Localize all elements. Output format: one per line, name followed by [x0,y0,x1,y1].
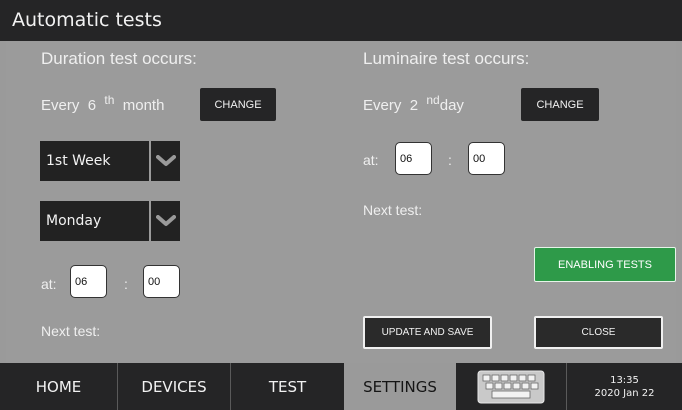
keyboard-icon [477,370,545,403]
duration-change-button[interactable]: CHANGE [200,88,276,121]
duration-every-suffix: th [104,93,115,107]
week-select[interactable]: 1st Week [40,141,180,181]
clock-date: 2020 Jan 22 [594,387,655,399]
keyboard-button[interactable] [456,363,567,410]
automatic-tests-screen: Automatic tests Duration test occurs: Ev… [0,0,682,410]
luminaire-minute-field[interactable] [468,142,505,175]
duration-every-number: 6 [87,97,97,114]
luminaire-every-suffix: nd [426,93,440,107]
duration-every-prefix: Every [41,97,80,114]
day-select-value: Monday [46,213,102,229]
duration-hour-field[interactable] [70,265,107,298]
luminaire-every-prefix: Every [363,97,402,114]
enabling-tests-button[interactable]: ENABLING TESTS [534,247,676,282]
duration-heading: Duration test occurs: [41,49,197,68]
chevron-down-icon [151,201,180,241]
tab-home[interactable]: HOME [0,363,118,410]
tab-settings[interactable]: SETTINGS [344,363,456,410]
duration-time-separator: : [124,276,128,292]
luminaire-at-label: at: [363,152,379,168]
update-and-save-button[interactable]: UPDATE AND SAVE [363,316,492,349]
luminaire-change-button[interactable]: CHANGE [521,88,599,121]
content-area: Duration test occurs: Every 6 th month C… [6,41,676,363]
clock: 13:35 2020 Jan 22 [567,363,682,410]
duration-frequency: Every 6 th month [41,93,164,114]
luminaire-every-number: 2 [409,97,419,114]
luminaire-time-separator: : [448,152,452,168]
bottom-navigation: HOME DEVICES TEST SETTINGS 13:35 2020 Ja… [0,363,682,410]
clock-time: 13:35 [610,374,639,386]
luminaire-heading: Luminaire test occurs: [363,49,530,68]
luminaire-every-unit: day [439,97,464,114]
luminaire-frequency: Every 2 ndday [363,93,464,114]
duration-next-test-label: Next test: [41,323,101,339]
week-select-value: 1st Week [46,153,111,169]
duration-every-unit: month [122,97,165,114]
duration-minute-field[interactable] [143,265,180,298]
close-button[interactable]: CLOSE [534,316,663,349]
tab-devices[interactable]: DEVICES [118,363,231,410]
luminaire-hour-field[interactable] [395,142,432,175]
day-select[interactable]: Monday [40,201,180,241]
duration-at-label: at: [41,276,57,292]
tab-test[interactable]: TEST [231,363,344,410]
chevron-down-icon [151,141,180,181]
page-title: Automatic tests [0,0,682,41]
luminaire-next-test-label: Next test: [363,202,423,218]
